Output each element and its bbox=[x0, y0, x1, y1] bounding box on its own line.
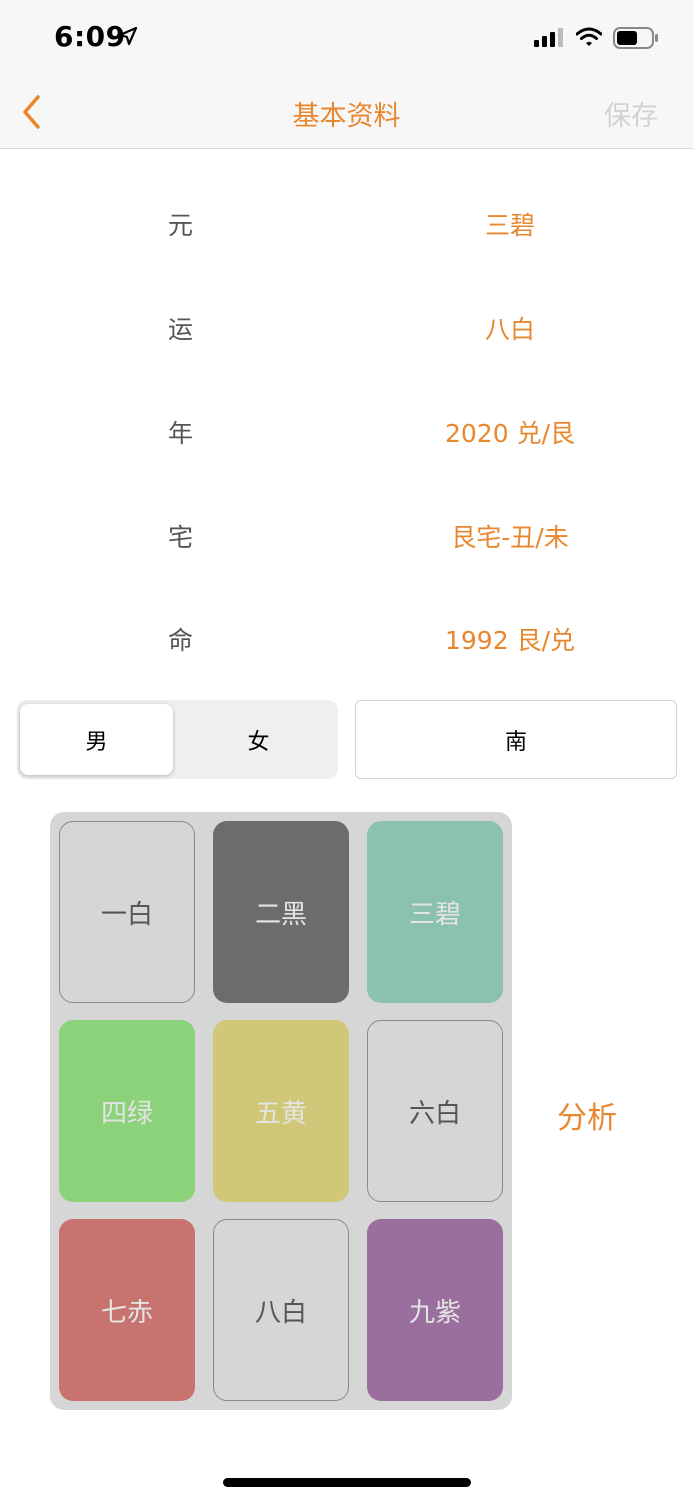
star-cell[interactable]: 八白 bbox=[213, 1219, 349, 1401]
info-row-year[interactable]: 年 2020 兑/艮 bbox=[0, 400, 693, 460]
info-row-yun: 运 八白 bbox=[0, 296, 693, 356]
gender-option-female[interactable]: 女 bbox=[182, 704, 335, 775]
battery-icon bbox=[613, 27, 658, 49]
info-row-house[interactable]: 宅 艮宅-丑/未 bbox=[0, 504, 693, 564]
status-bar: 6:09 bbox=[0, 0, 693, 76]
flying-star-grid: 一白 二黑 三碧 四绿 五黄 六白 七赤 八白 九紫 bbox=[50, 812, 512, 1410]
location-arrow-icon bbox=[118, 26, 138, 46]
navigation-bar: 基本资料 保存 bbox=[0, 76, 693, 149]
home-indicator bbox=[223, 1478, 471, 1487]
save-button[interactable]: 保存 bbox=[604, 94, 658, 133]
info-row-life[interactable]: 命 1992 艮/兑 bbox=[0, 607, 693, 667]
star-cell[interactable]: 一白 bbox=[59, 821, 195, 1003]
cellular-signal-icon bbox=[534, 28, 563, 47]
gender-option-male[interactable]: 男 bbox=[20, 704, 173, 775]
gender-segmented-control: 男 女 bbox=[17, 700, 338, 779]
direction-button[interactable]: 南 bbox=[355, 700, 677, 779]
info-value[interactable]: 2020 兑/艮 bbox=[350, 414, 670, 450]
info-value[interactable]: 1992 艮/兑 bbox=[350, 621, 670, 657]
info-value: 三碧 bbox=[484, 211, 535, 240]
info-row-yuan: 元 三碧 bbox=[0, 192, 693, 252]
analyze-button[interactable]: 分析 bbox=[557, 1093, 617, 1137]
wifi-icon bbox=[576, 27, 602, 46]
info-label: 宅 bbox=[168, 523, 194, 552]
info-label: 命 bbox=[168, 626, 194, 655]
star-cell[interactable]: 三碧 bbox=[367, 821, 503, 1003]
info-label: 年 bbox=[168, 419, 194, 448]
info-value: 八白 bbox=[484, 315, 535, 344]
star-cell[interactable]: 五黄 bbox=[213, 1020, 349, 1202]
page-title: 基本资料 bbox=[292, 101, 401, 132]
star-cell[interactable]: 七赤 bbox=[59, 1219, 195, 1401]
status-time: 6:09 bbox=[54, 20, 126, 53]
star-cell[interactable]: 二黑 bbox=[213, 821, 349, 1003]
info-label: 元 bbox=[168, 211, 194, 240]
star-cell[interactable]: 四绿 bbox=[59, 1020, 195, 1202]
info-label: 运 bbox=[168, 315, 194, 344]
star-cell[interactable]: 六白 bbox=[367, 1020, 503, 1202]
star-cell[interactable]: 九紫 bbox=[367, 1219, 503, 1401]
info-value[interactable]: 艮宅-丑/未 bbox=[350, 518, 670, 554]
